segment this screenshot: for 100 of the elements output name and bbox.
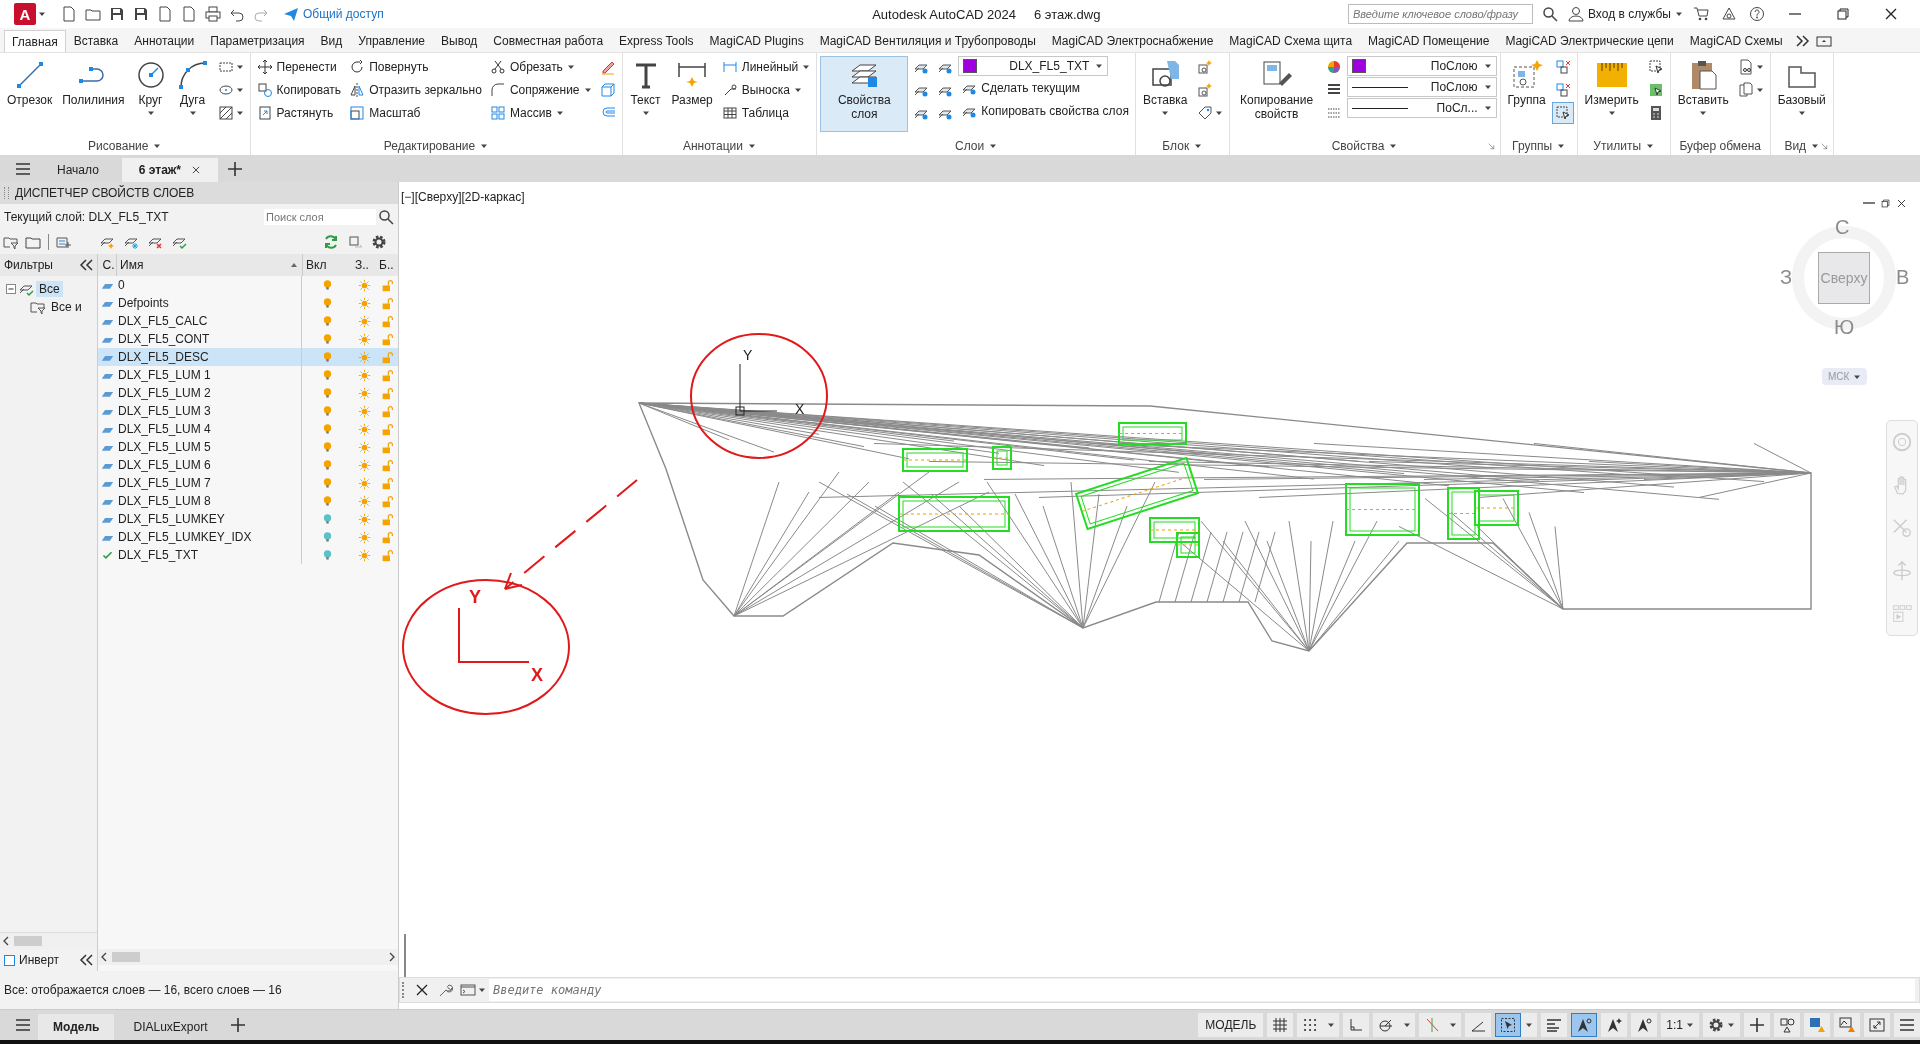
ribbon-tab[interactable]: Вывод <box>433 30 486 52</box>
model-space-button[interactable]: МОДЕЛЬ <box>1198 1013 1264 1037</box>
panel-title[interactable]: Утилиты <box>1592 138 1655 154</box>
ribbon-tool-button[interactable]: Вставить <box>1673 56 1733 132</box>
layout-tab[interactable]: DIALuxExport <box>118 1014 223 1040</box>
layer-row[interactable]: DLX_FL5_LUMKEY <box>98 510 398 528</box>
panel-title[interactable]: Свойства <box>1330 138 1399 154</box>
ribbon-tool-button[interactable]: Базовый <box>1773 56 1830 132</box>
layer-row[interactable]: DLX_FL5_LUM 8 <box>98 492 398 510</box>
ribbon-tool-button[interactable]: Сделать текущим <box>958 77 1132 99</box>
ribbon-tool-button[interactable]: Линейный <box>718 56 814 78</box>
panel-title[interactable]: Вид <box>1783 138 1821 154</box>
share-link[interactable]: Общий доступ <box>282 5 385 23</box>
layer-row[interactable]: 0 <box>98 276 398 294</box>
layer-row[interactable]: DLX_FL5_LUM 1 <box>98 366 398 384</box>
layer-row[interactable]: DLX_FL5_CALC <box>98 312 398 330</box>
panel-title[interactable]: Слои <box>954 138 999 154</box>
ribbon-tool-button[interactable]: Полилиния <box>58 56 129 132</box>
layer-row[interactable]: DLX_FL5_TXT <box>98 546 398 564</box>
layer-name: DLX_FL5_LUM 6 <box>117 458 212 472</box>
ribbon-tab[interactable]: Главная <box>4 30 66 52</box>
ribbon-tool-button[interactable]: Размер <box>667 56 717 132</box>
ribbon-tool-button[interactable]: Копирование свойств <box>1232 56 1321 132</box>
layer-row[interactable]: DLX_FL5_LUM 3 <box>98 402 398 420</box>
search-field[interactable]: Введите ключевое слово/фразу <box>1348 4 1533 24</box>
ribbon-tab[interactable]: Вид <box>312 30 351 52</box>
file-tab[interactable]: 6 этаж* <box>121 158 219 182</box>
ribbon-tab[interactable]: Управление <box>350 30 433 52</box>
column-header[interactable]: Б.. <box>376 254 398 276</box>
column-header[interactable]: Имя <box>116 254 302 276</box>
ribbon-tool-button[interactable]: Группа <box>1503 56 1550 132</box>
layer-row[interactable]: DLX_FL5_LUM 6 <box>98 456 398 474</box>
panel-title[interactable]: Блок <box>1161 138 1204 154</box>
panel-title[interactable]: Редактирование <box>382 138 490 154</box>
column-header[interactable]: С. <box>98 254 116 276</box>
ribbon-tab[interactable]: MagiCAD Plugins <box>701 30 812 52</box>
ribbon-tool-button[interactable]: Перенести <box>253 56 345 78</box>
column-header[interactable]: Вкл <box>302 254 352 276</box>
panel-title[interactable]: Группы <box>1511 138 1567 154</box>
ribbon-tab[interactable]: MagiCAD Схема щита <box>1221 30 1361 52</box>
drawing-canvas[interactable]: Y X Y X [−][Сверху][2D-каркас] С З Сверху В Ю МСК Введите команду <box>399 182 1920 1009</box>
annotation-scale-button[interactable]: 1:1 <box>1661 1013 1699 1037</box>
sign-in-button[interactable]: Вход в службы <box>1567 5 1684 23</box>
ribbon-tab[interactable]: MagiCAD Электроснабжение <box>1043 30 1222 52</box>
search-field[interactable]: Поиск слоя <box>264 209 376 225</box>
layer-row[interactable]: DLX_FL5_LUM 2 <box>98 384 398 402</box>
ribbon-tool-button[interactable]: Вставка <box>1138 56 1192 132</box>
layer-name: DLX_FL5_LUM 3 <box>117 404 212 418</box>
app-logo-button[interactable]: A <box>14 3 36 25</box>
dropdown-field[interactable]: ПоСл... <box>1346 98 1497 118</box>
layer-row[interactable]: DLX_FL5_LUM 5 <box>98 438 398 456</box>
ribbon-tool-button[interactable]: Текст <box>625 56 666 132</box>
file-tab[interactable]: Начало <box>40 158 116 182</box>
viewport-controls-label[interactable]: [−][Сверху][2D-каркас] <box>401 190 525 204</box>
sketch-label: X <box>531 665 543 685</box>
ribbon-tab[interactable]: Аннотации <box>126 30 203 52</box>
ribbon-tool-button[interactable]: Отразить зеркально <box>346 79 485 101</box>
panel-title[interactable]: Аннотации <box>681 138 757 154</box>
tree-item[interactable]: Все и <box>48 299 85 315</box>
panel-title[interactable]: Рисование <box>87 138 163 154</box>
layer-row[interactable]: DLX_FL5_LUM 7 <box>98 474 398 492</box>
tree-item[interactable]: Все <box>36 281 63 297</box>
ribbon-tab[interactable]: MagiCAD Электрические цепи <box>1497 30 1682 52</box>
layer-row[interactable]: Defpoints <box>98 294 398 312</box>
layer-row[interactable]: DLX_FL5_LUMKEY_IDX <box>98 528 398 546</box>
dropdown-field[interactable]: ПоСлою <box>1346 77 1497 97</box>
ribbon-tool-button[interactable]: Повернуть <box>346 56 485 78</box>
ribbon-tool-button[interactable]: Отрезок <box>3 56 57 132</box>
command-input[interactable]: Введите команду <box>489 979 1915 1001</box>
layer-name: DLX_FL5_LUMKEY <box>117 512 226 526</box>
ribbon-tool-button[interactable]: Копировать <box>253 79 345 101</box>
ribbon-tab[interactable]: Совместная работа <box>485 30 612 52</box>
current-layer-label: Текущий слой: DLX_FL5_TXT <box>4 210 169 224</box>
ribbon-tool-button[interactable]: Растянуть <box>253 102 345 124</box>
ribbon-tool-button[interactable]: Массив <box>486 102 595 124</box>
layer-name: 0 <box>117 278 126 292</box>
panel-title[interactable]: Буфер обмена <box>1678 138 1762 154</box>
ribbon-tab[interactable]: MagiCAD Схемы <box>1681 30 1791 52</box>
ribbon-tool-button[interactable]: Копировать свойства слоя <box>958 100 1132 122</box>
ribbon-tool-button[interactable]: Масштаб <box>346 102 485 124</box>
ribbon-tool-button[interactable]: Круг <box>130 56 171 132</box>
layer-row[interactable]: DLX_FL5_LUM 4 <box>98 420 398 438</box>
ribbon-tool-button[interactable]: Дуга <box>172 56 213 132</box>
ribbon-tool-button[interactable]: Таблица <box>718 102 814 124</box>
ribbon-tool-button[interactable]: Обрезать <box>486 56 595 78</box>
ribbon-tab[interactable]: Express Tools <box>611 30 702 52</box>
ribbon-tool-button[interactable]: Измерить <box>1580 56 1643 132</box>
ribbon-tool-button[interactable]: Выноска <box>718 79 814 101</box>
ribbon-tool-button[interactable]: Сопряжение <box>486 79 595 101</box>
column-header[interactable]: З.. <box>352 254 376 276</box>
layer-row[interactable]: DLX_FL5_DESC <box>98 348 398 366</box>
ribbon-tab[interactable]: Вставка <box>65 30 127 52</box>
ribbon-tab[interactable]: MagiCAD Вентиляция и Трубопроводы <box>811 30 1044 52</box>
ribbon-tab[interactable]: MagiCAD Помещение <box>1360 30 1498 52</box>
dropdown-field[interactable]: ПоСлою <box>1346 56 1497 76</box>
ribbon-tab[interactable]: Параметризация <box>202 30 313 52</box>
layer-name: DLX_FL5_CONT <box>117 332 211 346</box>
layout-tab[interactable]: Модель <box>38 1014 115 1040</box>
ribbon-tool-button[interactable]: Свойства слоя <box>820 56 909 132</box>
dropdown-field[interactable]: DLX_FL5_TXT <box>958 56 1109 76</box>
